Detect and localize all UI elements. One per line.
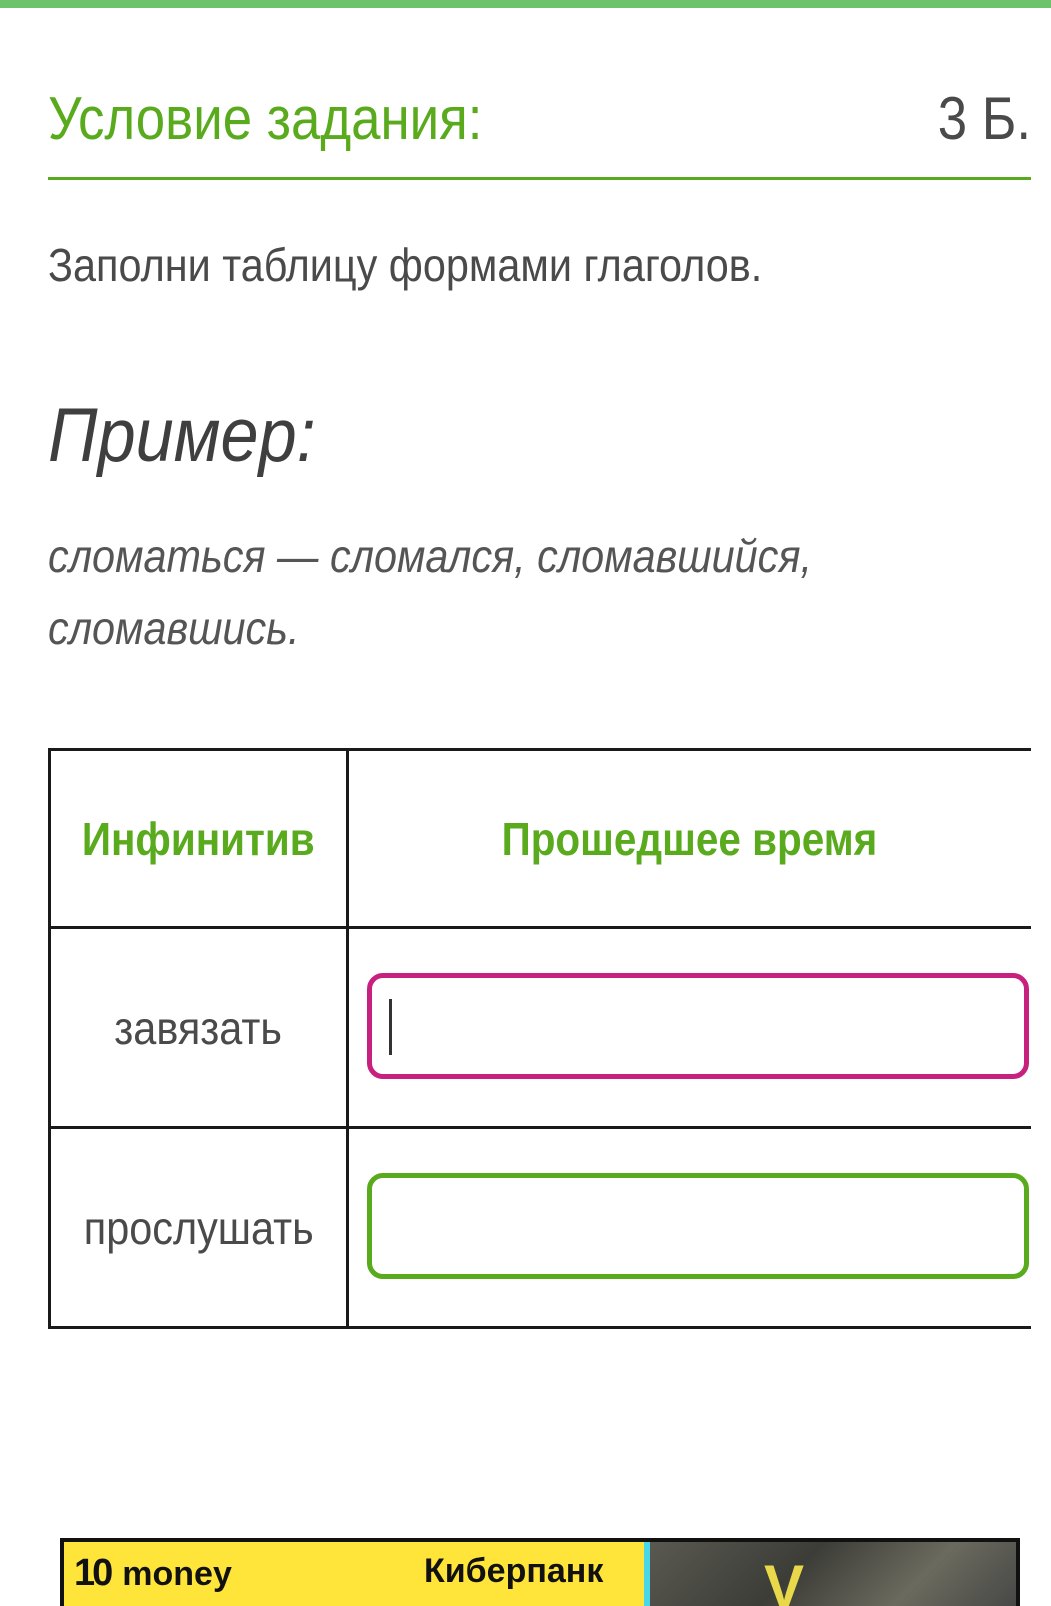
infinitive-cell: завязать [48,926,349,1129]
task-title: Условие задания: [48,85,483,152]
example-text: сломаться — сломался, сломавшийся, слома… [48,520,1008,664]
ad-logo-number: 10 [74,1552,113,1594]
answer-input-proslushat[interactable] [366,1173,1029,1279]
answer-cell [345,926,1031,1129]
header-infinitive: Инфинитив [48,748,349,929]
example-heading: Пример: [48,393,316,478]
infinitive-cell: прослушать [48,1126,349,1329]
ad-image-mark: V [764,1553,805,1606]
table-header-row: Инфинитив Прошедшее время [48,748,1031,929]
task-points: 3 Б. [937,85,1031,152]
answer-cell [345,1126,1031,1329]
verb-forms-table: Инфинитив Прошедшее время завязать просл… [48,748,1031,1329]
example-line-2: сломавшись. [48,602,300,654]
ad-logo: 10 money [74,1552,232,1595]
task-header: Условие задания: 3 Б. [48,80,1031,180]
example-line-1: сломаться — сломался, сломавшийся, [48,530,812,582]
ad-banner[interactable]: 10 money Киберпанк V [60,1538,1020,1606]
answer-input-zavyazat[interactable] [366,973,1029,1079]
task-instruction: Заполни таблицу формами глаголов. [48,239,763,291]
table-row: прослушать [48,1126,1031,1329]
ad-image: V [644,1542,1016,1606]
header-past-tense: Прошедшее время [345,748,1031,929]
table-row: завязать [48,926,1031,1129]
ad-logo-text: money [122,1555,232,1593]
text-caret [388,999,392,1055]
ad-text: Киберпанк [424,1552,604,1590]
top-progress-bar [0,0,1051,8]
